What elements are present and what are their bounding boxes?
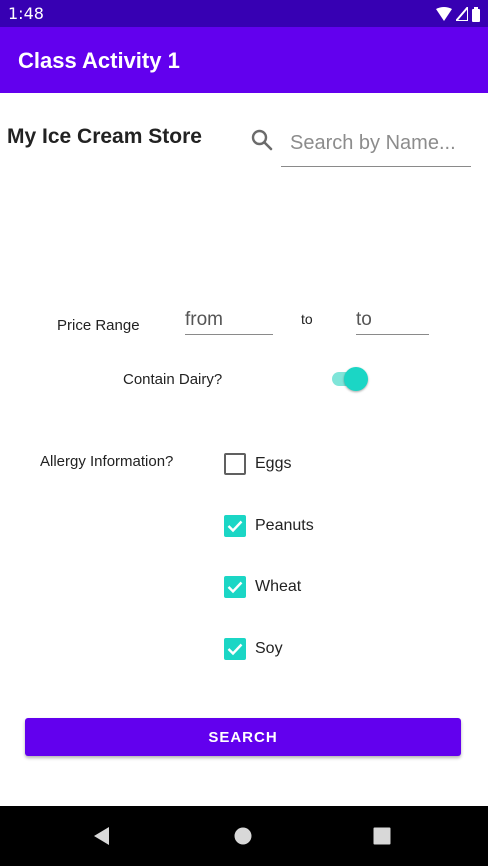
store-title: My Ice Cream Store	[7, 125, 202, 148]
search-input[interactable]	[281, 121, 471, 167]
allergy-checkbox-soy[interactable]: Soy	[224, 636, 283, 662]
home-icon[interactable]	[231, 824, 255, 848]
checkbox-label: Wheat	[255, 578, 302, 595]
recents-icon[interactable]	[370, 824, 394, 848]
checkbox-checked-icon	[224, 576, 246, 598]
status-icons	[436, 6, 480, 22]
checkbox-checked-icon	[224, 638, 246, 660]
app-title: Class Activity 1	[18, 48, 180, 73]
allergy-checkbox-wheat[interactable]: Wheat	[224, 574, 301, 600]
allergy-label: Allergy Information?	[40, 453, 174, 470]
price-to-input[interactable]	[356, 305, 429, 335]
signal-icon	[456, 7, 468, 21]
status-bar: 1:48	[0, 0, 488, 27]
checkbox-label: Peanuts	[255, 517, 314, 534]
checkbox-label: Eggs	[255, 455, 292, 472]
nav-bar	[0, 806, 488, 866]
search-button[interactable]: SEARCH	[25, 718, 461, 756]
price-range-label: Price Range	[57, 317, 140, 334]
price-from-input[interactable]	[185, 305, 273, 335]
dairy-label: Contain Dairy?	[123, 371, 223, 388]
wifi-icon	[436, 7, 452, 21]
switch-thumb	[344, 367, 368, 391]
app-bar: Class Activity 1	[0, 27, 488, 93]
checkbox-checked-icon	[224, 515, 246, 537]
price-to-label: to	[301, 311, 313, 327]
status-time: 1:48	[8, 4, 44, 23]
search-icon	[251, 129, 273, 151]
checkbox-unchecked-icon	[224, 453, 246, 475]
dairy-switch[interactable]	[330, 366, 370, 392]
allergy-checkbox-peanuts[interactable]: Peanuts	[224, 513, 314, 539]
allergy-checkbox-eggs[interactable]: Eggs	[224, 451, 291, 477]
back-icon[interactable]	[90, 824, 114, 848]
battery-icon	[472, 6, 480, 22]
checkbox-label: Soy	[255, 640, 283, 657]
